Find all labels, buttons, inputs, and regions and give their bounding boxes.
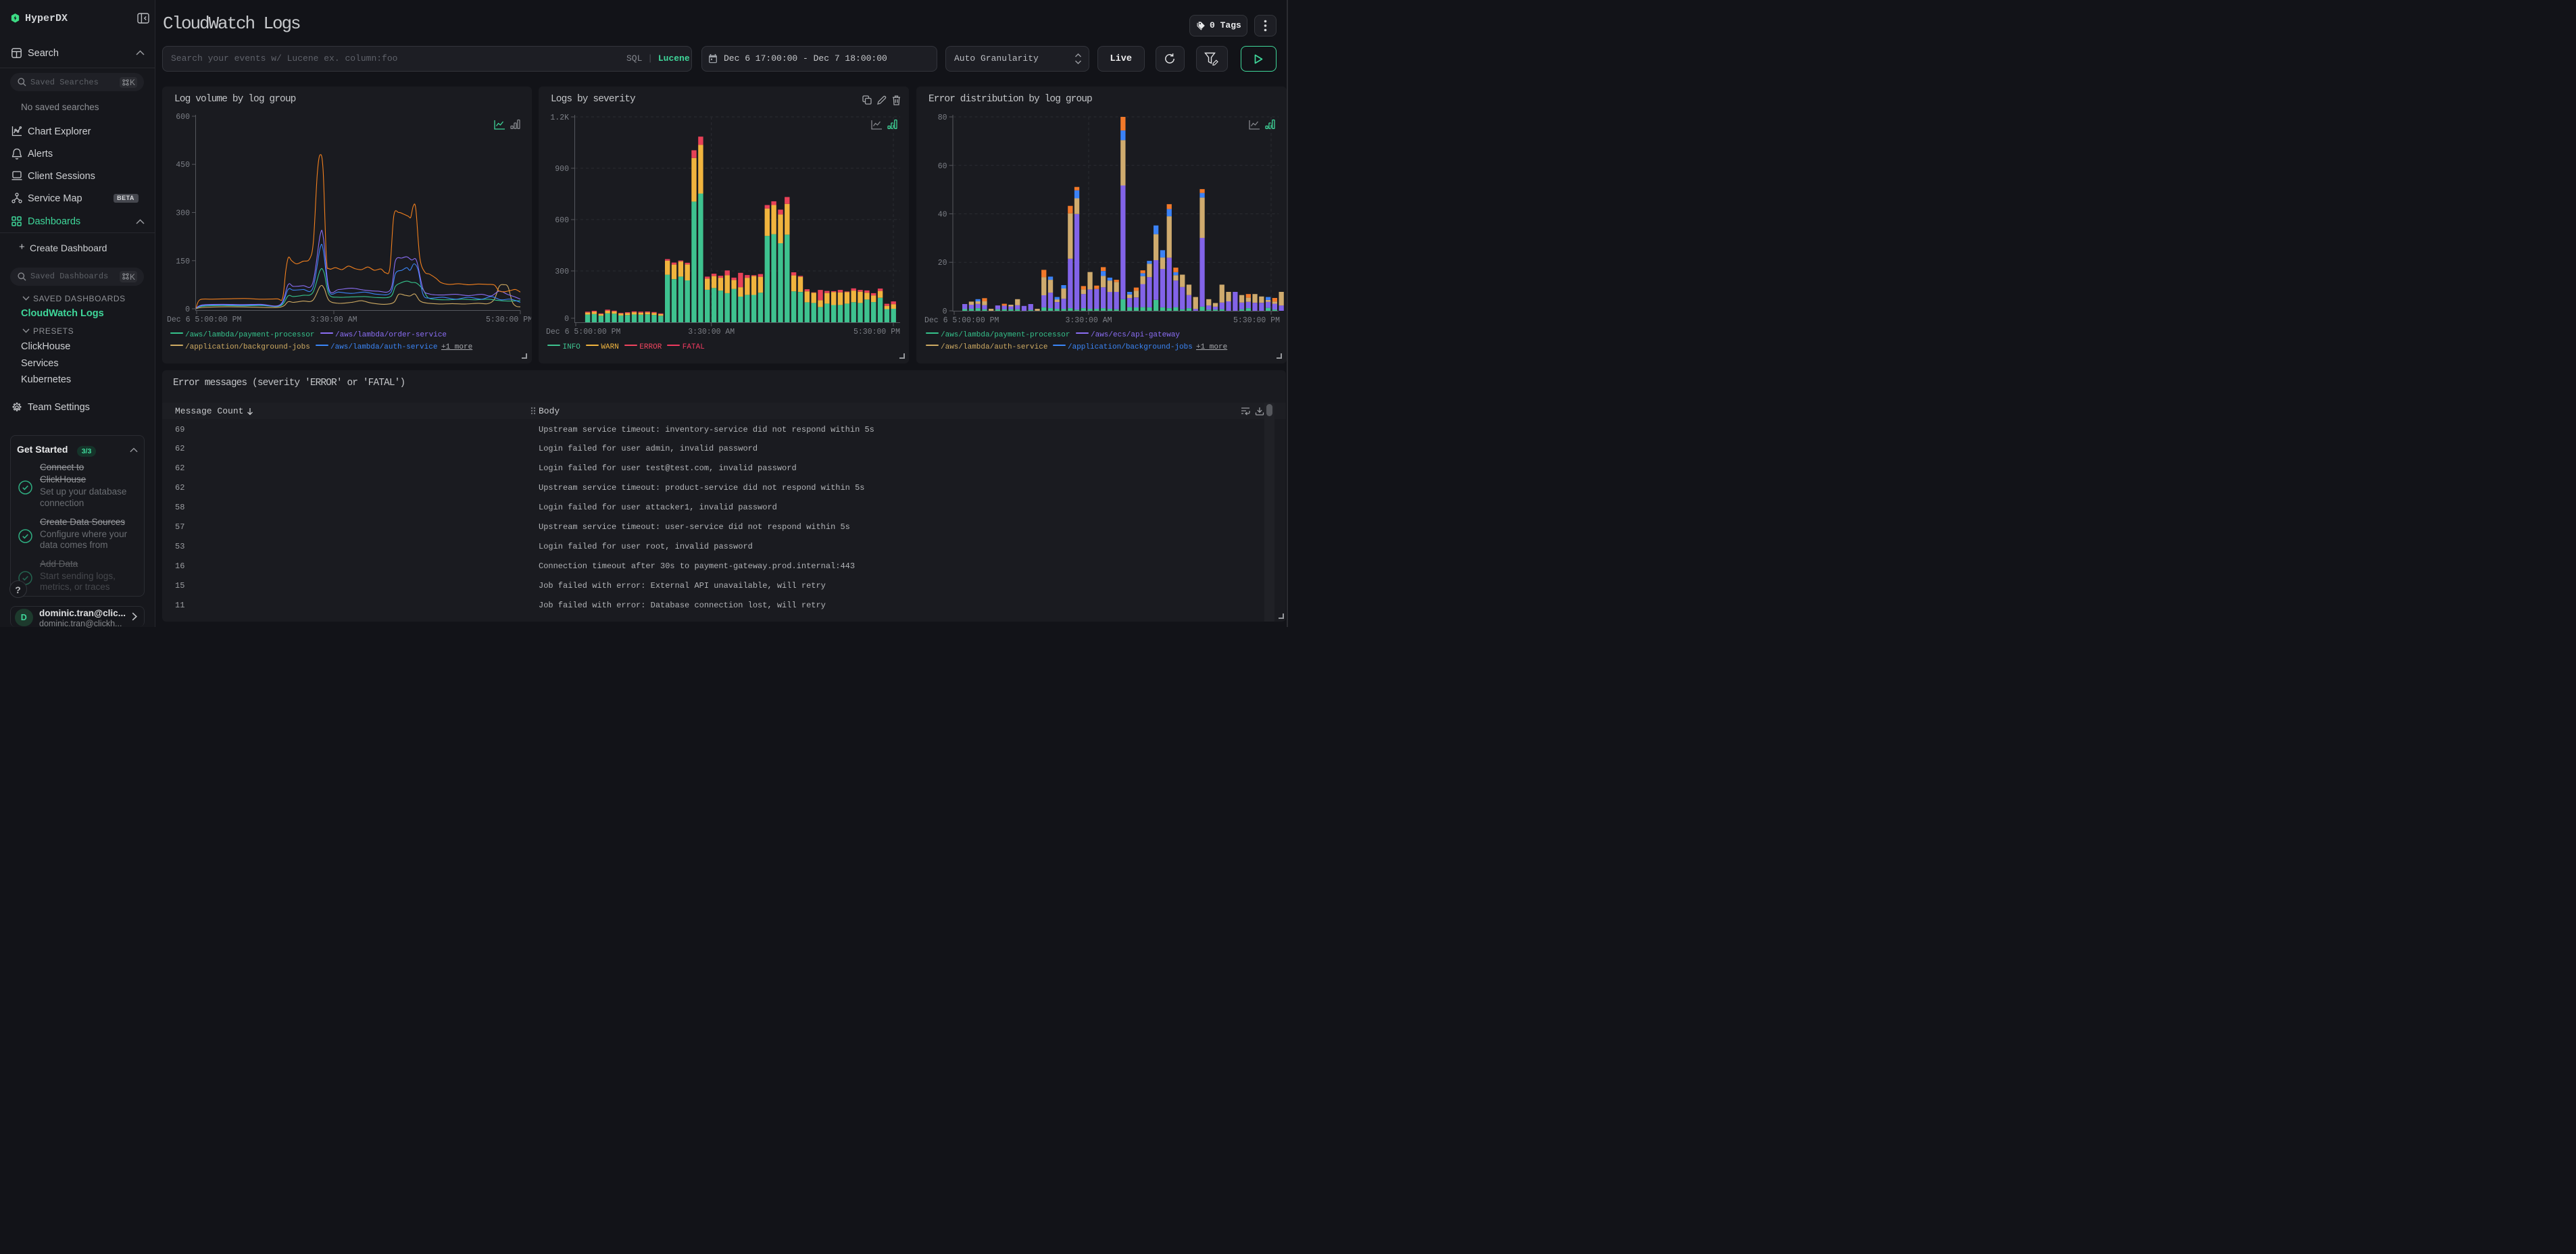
svg-text:150: 150 (176, 257, 190, 266)
svg-text:1.2K: 1.2K (550, 114, 569, 122)
svg-text:3:30:00 AM: 3:30:00 AM (688, 328, 735, 336)
svg-text:40: 40 (938, 211, 947, 220)
svg-text:Dec 6 5:00:00 PM: Dec 6 5:00:00 PM (924, 316, 999, 325)
svg-text:Dec 6 5:00:00 PM: Dec 6 5:00:00 PM (546, 328, 621, 336)
svg-text:600: 600 (555, 216, 569, 225)
svg-text:5:30:00 PM: 5:30:00 PM (1233, 316, 1280, 325)
svg-text:0: 0 (185, 305, 190, 314)
svg-text:600: 600 (176, 113, 190, 122)
svg-text:900: 900 (555, 165, 569, 174)
svg-text:60: 60 (938, 162, 947, 171)
svg-text:450: 450 (176, 161, 190, 170)
svg-text:3:30:00 AM: 3:30:00 AM (310, 316, 357, 324)
svg-text:300: 300 (176, 209, 190, 218)
svg-text:20: 20 (938, 259, 947, 268)
svg-text:300: 300 (555, 268, 569, 276)
svg-text:5:30:00 PM: 5:30:00 PM (853, 328, 900, 336)
svg-text:0: 0 (564, 315, 569, 324)
svg-text:Dec 6 5:00:00 PM: Dec 6 5:00:00 PM (167, 316, 242, 324)
svg-text:0: 0 (943, 307, 947, 316)
svg-text:3:30:00 AM: 3:30:00 AM (1065, 316, 1112, 325)
svg-text:5:30:00 PM: 5:30:00 PM (486, 316, 531, 324)
svg-text:80: 80 (938, 114, 947, 122)
